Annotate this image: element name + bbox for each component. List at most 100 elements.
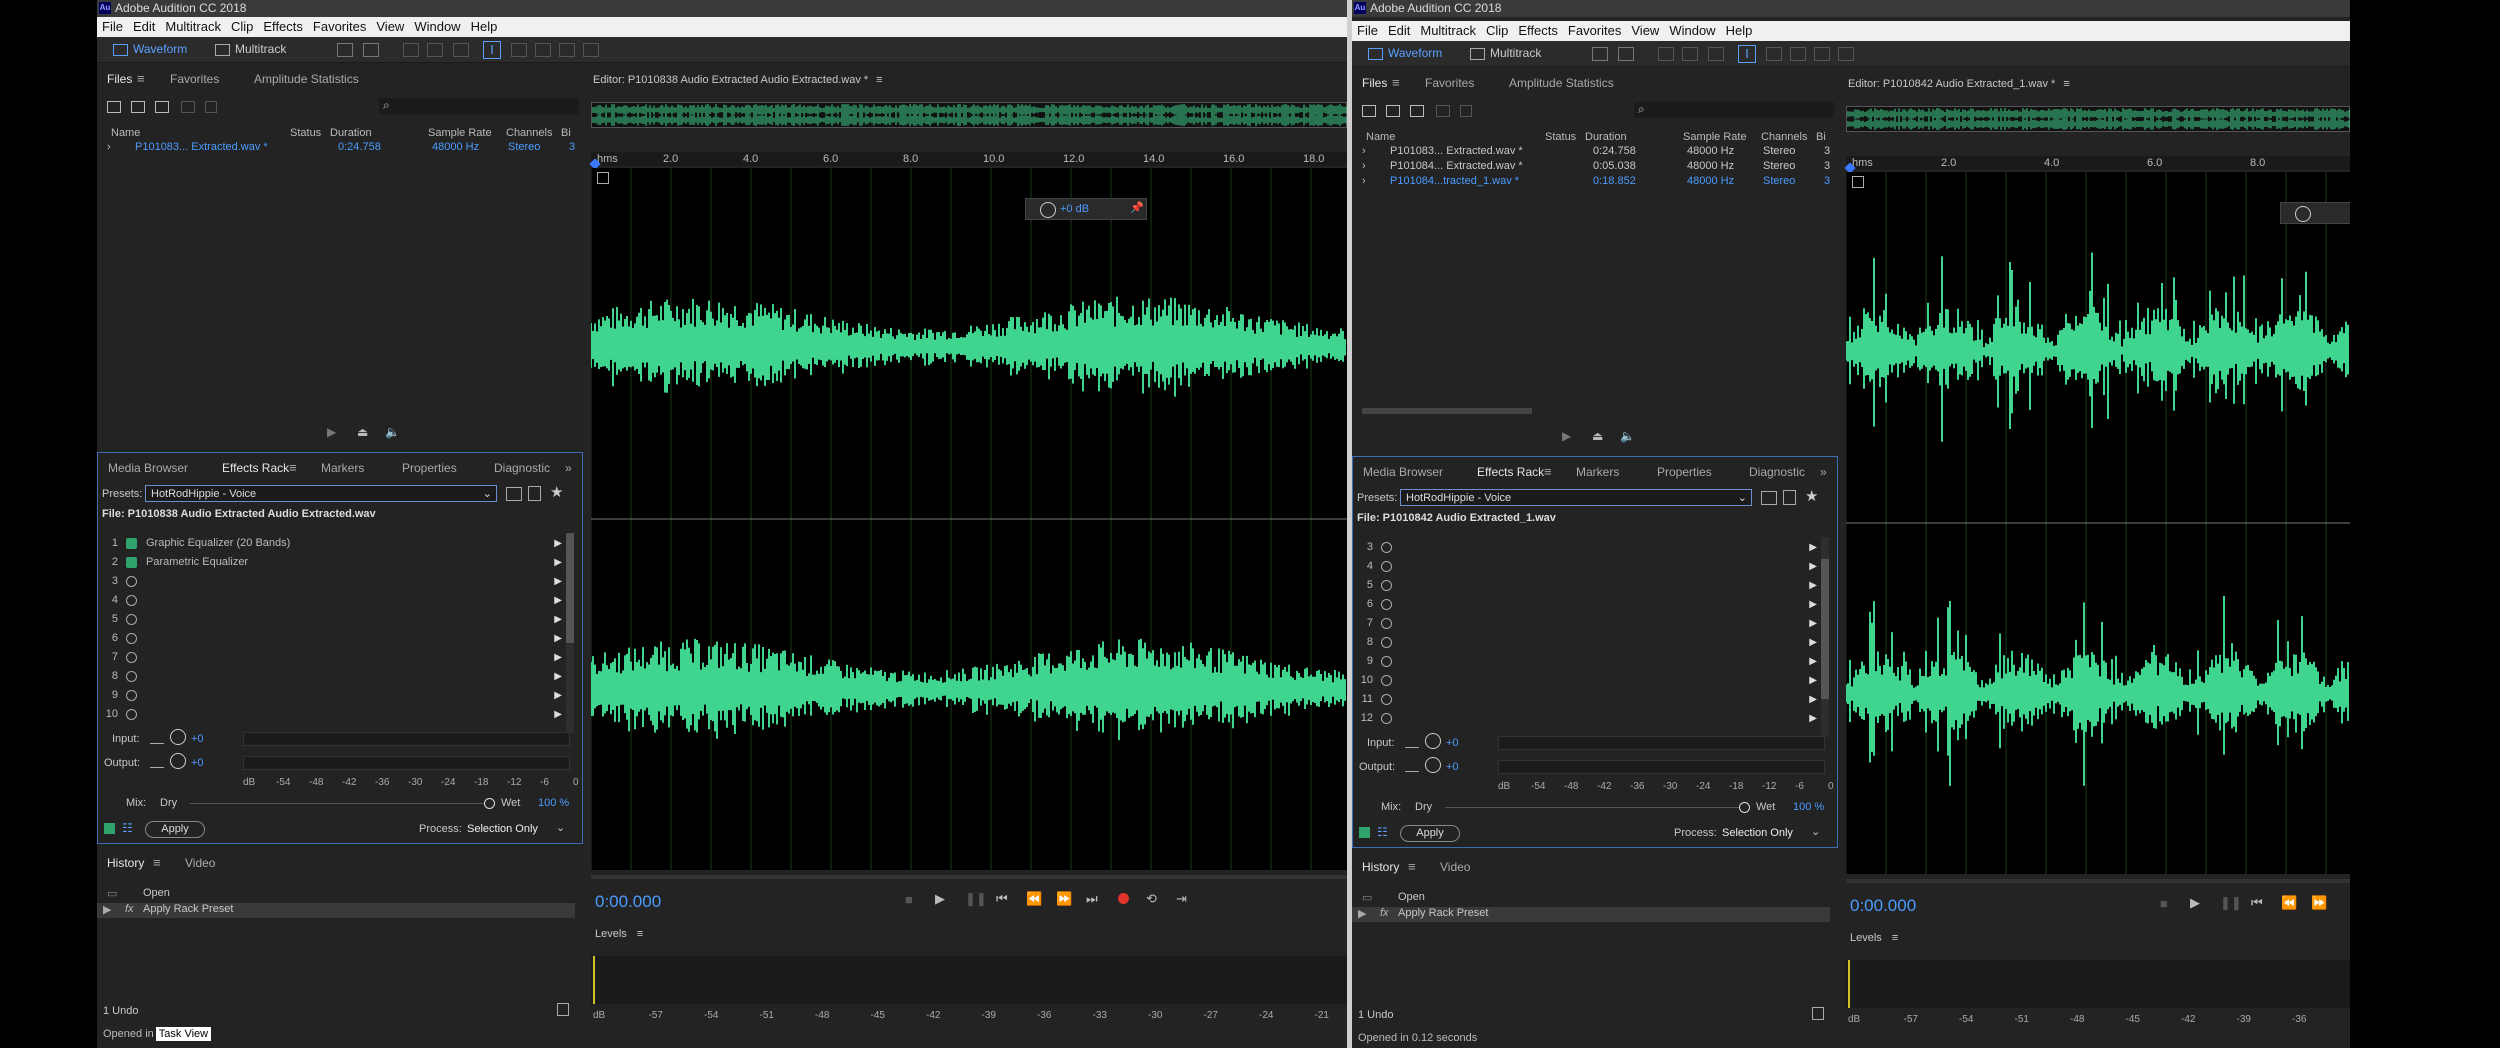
favorite-star-icon[interactable]: ★ — [1805, 487, 1818, 505]
stop-icon[interactable]: ■ — [2160, 896, 2168, 911]
hud-gain-knob[interactable] — [1040, 202, 1056, 218]
menu-help[interactable]: Help — [1726, 23, 1753, 38]
menu-view[interactable]: View — [376, 19, 404, 34]
file-row[interactable]: › P101084...tracted_1.wav * 0:18.852 48000 … — [1352, 175, 1838, 189]
tab-markers[interactable]: Markers — [321, 457, 364, 479]
move-to-next-icon[interactable]: ⏭ — [1086, 891, 1098, 907]
overview-navigator[interactable] — [1846, 106, 2350, 132]
tab-history[interactable]: History — [107, 852, 144, 874]
tab-properties[interactable]: Properties — [402, 457, 457, 479]
slot-power-icon[interactable] — [1381, 618, 1392, 629]
expand-icon[interactable]: › — [1362, 175, 1366, 187]
history-item[interactable]: ▶ fx Apply Rack Preset — [1352, 907, 1830, 922]
files-search-input[interactable]: ⌕ — [1634, 102, 1834, 118]
slots-scrollbar[interactable] — [1821, 537, 1829, 737]
output-gain-value[interactable]: +0 — [191, 757, 204, 769]
slot-menu-arrow-icon[interactable]: ▶ — [1809, 671, 1817, 690]
trash-icon[interactable] — [557, 1003, 569, 1016]
slot-power-icon[interactable] — [1381, 675, 1392, 686]
mix-slider[interactable] — [1445, 807, 1745, 808]
slot-menu-arrow-icon[interactable]: ▶ — [1809, 633, 1817, 652]
play-icon[interactable]: ▶ — [2190, 895, 2200, 911]
file-row[interactable]: › P101083... Extracted.wav * 0:24.758 48000… — [1352, 145, 1838, 159]
apply-button[interactable]: Apply — [1400, 825, 1460, 842]
presets-dropdown[interactable]: HotRodHippie - Voice ⌄ — [145, 485, 497, 502]
process-dropdown[interactable]: Selection Only — [1722, 827, 1793, 839]
column-name[interactable]: Name — [1366, 131, 1395, 143]
slot-menu-arrow-icon[interactable]: ▶ — [554, 610, 562, 629]
effect-slot[interactable]: 4 ▶ — [1357, 557, 1817, 576]
razor-tool-icon[interactable] — [1682, 47, 1698, 61]
time-selection-tool-icon[interactable]: I — [483, 41, 501, 59]
tab-files[interactable]: Files — [1362, 72, 1387, 94]
speaker-icon[interactable]: 🔈 — [1620, 429, 1635, 443]
output-gain-knob[interactable] — [170, 753, 186, 769]
save-preset-icon[interactable] — [1761, 491, 1777, 505]
history-menu-icon[interactable]: ≡ — [1408, 856, 1416, 878]
editor-menu-icon[interactable]: ≡ — [2063, 78, 2069, 90]
column-bits[interactable]: Bi — [561, 127, 571, 139]
delete-preset-icon[interactable] — [528, 486, 541, 501]
tab-effects-rack[interactable]: Effects Rack — [1477, 461, 1544, 483]
tab-amplitude-statistics[interactable]: Amplitude Statistics — [254, 68, 359, 90]
new-file-icon[interactable] — [1410, 105, 1424, 117]
waveform-display[interactable]: +0 dB 📌 — [591, 168, 1347, 870]
waveform-mode-button[interactable]: Waveform — [1366, 45, 1442, 62]
pause-icon[interactable]: ❚❚ — [2220, 895, 2242, 911]
menu-favorites[interactable]: Favorites — [1568, 23, 1621, 38]
trash-icon[interactable] — [1812, 1007, 1824, 1020]
files-panel-menu-icon[interactable]: ≡ — [137, 68, 145, 90]
file-row[interactable]: › P101084... Extracted.wav * 0:05.038 48000… — [1352, 160, 1838, 174]
spot-healing-tool-icon[interactable] — [583, 43, 599, 57]
favorite-star-icon[interactable]: ★ — [550, 483, 563, 501]
slot-menu-arrow-icon[interactable]: ▶ — [554, 705, 562, 724]
slot-menu-arrow-icon[interactable]: ▶ — [554, 667, 562, 686]
rewind-icon[interactable]: ⏪ — [1026, 891, 1042, 907]
menu-favorites[interactable]: Favorites — [313, 19, 366, 34]
column-bits[interactable]: Bi — [1816, 131, 1826, 143]
apply-button[interactable]: Apply — [145, 821, 205, 838]
lasso-tool-icon[interactable] — [1790, 47, 1806, 61]
spectral-display-icon[interactable] — [337, 43, 353, 57]
effect-slot[interactable]: 9 ▶ — [102, 686, 562, 705]
slot-menu-arrow-icon[interactable]: ▶ — [1809, 595, 1817, 614]
menu-effects[interactable]: Effects — [263, 19, 303, 34]
output-gain-value[interactable]: +0 — [1446, 761, 1459, 773]
rack-list-icon[interactable]: ☷ — [1377, 825, 1388, 839]
slot-power-icon[interactable] — [1381, 713, 1392, 724]
time-ruler[interactable]: hms 2.0 4.0 6.0 8.0 — [1846, 156, 2350, 170]
effect-slot[interactable]: 12 ▶ — [1357, 709, 1817, 728]
slot-power-icon[interactable] — [1381, 542, 1392, 553]
pin-icon[interactable]: 📌 — [1130, 201, 1144, 214]
slot-power-icon[interactable] — [126, 652, 137, 663]
effect-slot[interactable]: 9 ▶ — [1357, 652, 1817, 671]
slot-power-icon[interactable] — [1381, 694, 1392, 705]
wet-value[interactable]: 100 % — [1793, 801, 1824, 813]
menu-window[interactable]: Window — [1669, 23, 1715, 38]
tab-markers[interactable]: Markers — [1576, 461, 1619, 483]
hud-toggle-icon[interactable] — [597, 172, 609, 184]
lasso-tool-icon[interactable] — [535, 43, 551, 57]
tab-amplitude-statistics[interactable]: Amplitude Statistics — [1509, 72, 1614, 94]
input-gain-value[interactable]: +0 — [1446, 737, 1459, 749]
effect-slot[interactable]: 4 ▶ — [102, 591, 562, 610]
spectral-display-icon[interactable] — [1592, 47, 1608, 61]
slot-power-icon[interactable] — [126, 614, 137, 625]
move-tool-icon[interactable] — [403, 43, 419, 57]
expand-panels-icon[interactable]: » — [565, 457, 572, 479]
delete-icon[interactable] — [1460, 105, 1472, 117]
effect-slot[interactable]: 6 ▶ — [1357, 595, 1817, 614]
levels-menu-icon[interactable]: ≡ — [637, 928, 643, 940]
tab-files[interactable]: Files — [107, 68, 132, 90]
new-file-icon[interactable] — [155, 101, 169, 113]
column-status[interactable]: Status — [1545, 131, 1576, 143]
slot-menu-arrow-icon[interactable]: ▶ — [1809, 538, 1817, 557]
column-sample-rate[interactable]: Sample Rate — [428, 127, 492, 139]
slot-menu-arrow-icon[interactable]: ▶ — [554, 553, 562, 572]
wet-value[interactable]: 100 % — [538, 797, 569, 809]
hud-gain-value[interactable]: +0 dB — [1060, 203, 1089, 215]
slot-menu-arrow-icon[interactable]: ▶ — [1809, 690, 1817, 709]
waveform-mode-button[interactable]: Waveform — [111, 41, 187, 58]
effect-slot[interactable]: 7 ▶ — [1357, 614, 1817, 633]
input-gain-knob[interactable] — [170, 729, 186, 745]
